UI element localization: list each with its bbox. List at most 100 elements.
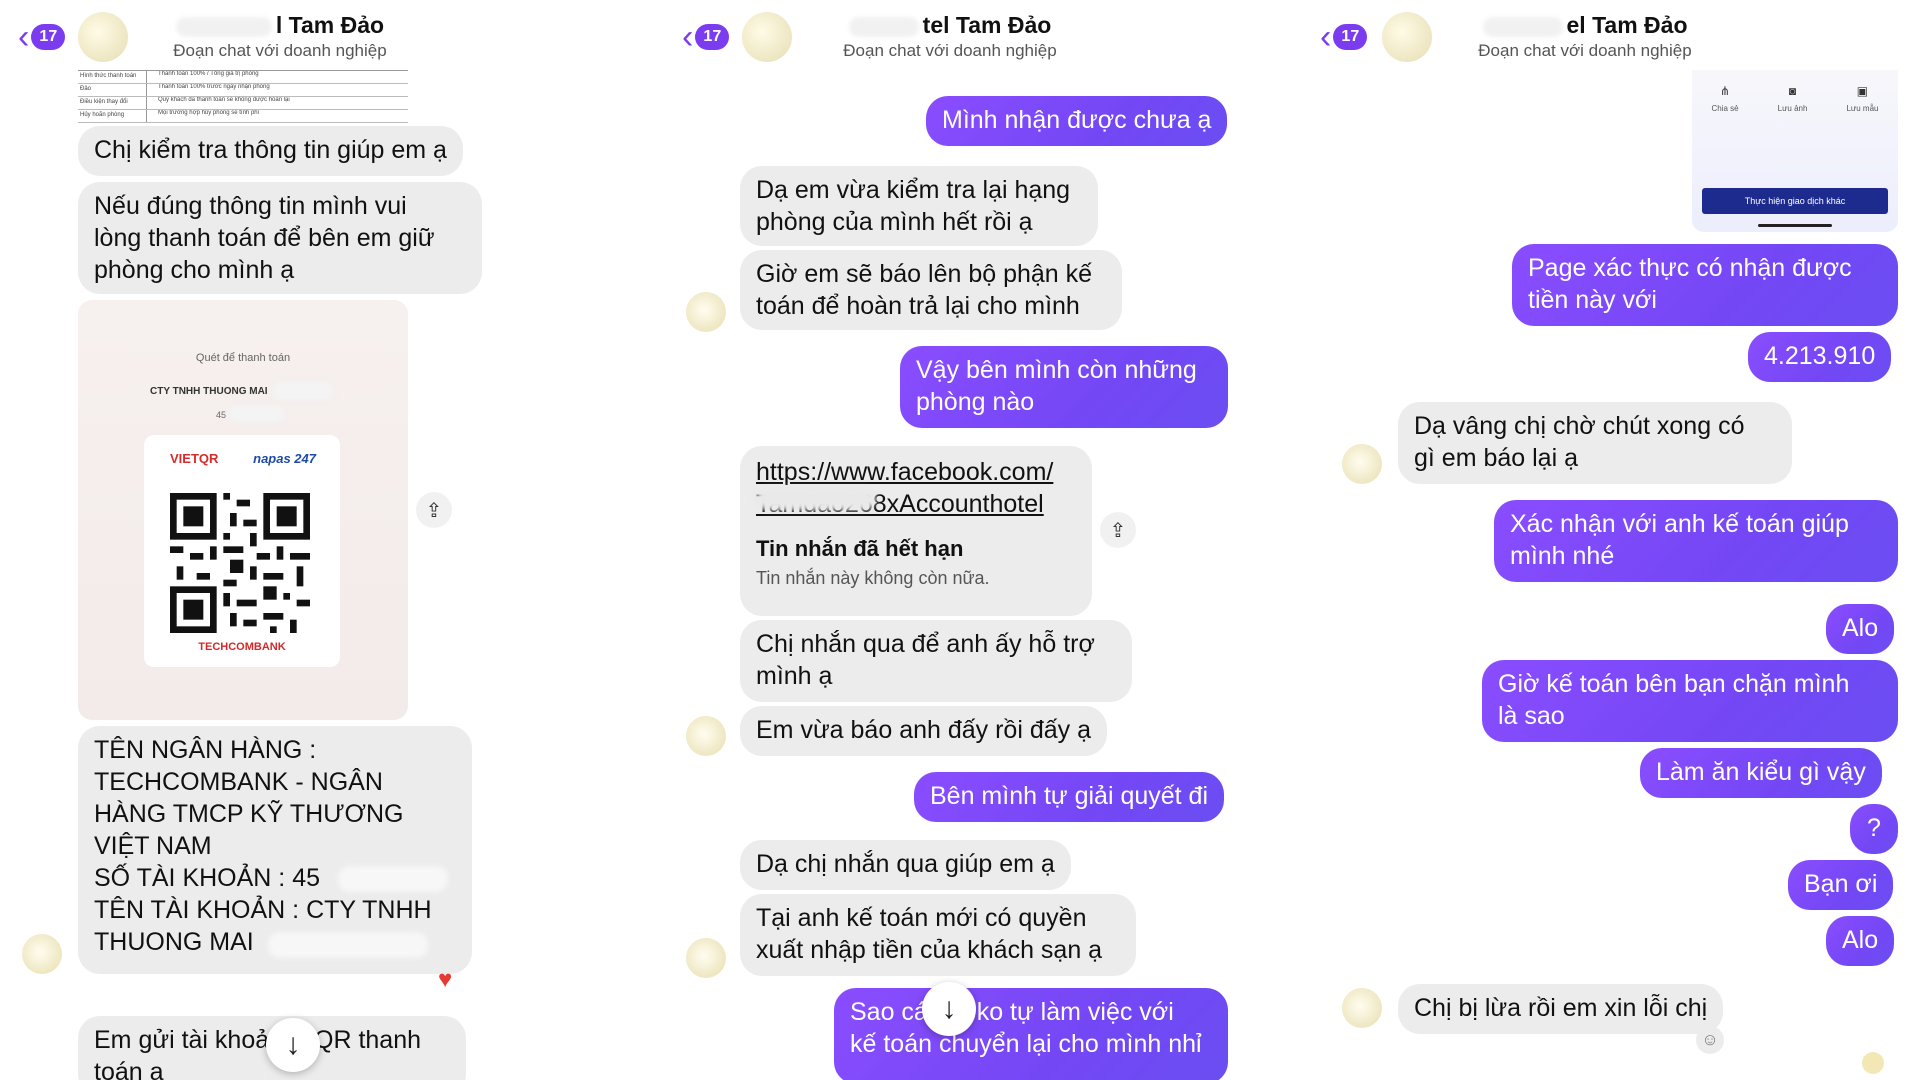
message-text: Em vừa báo anh đấy rồi đấy ạ xyxy=(756,716,1091,744)
vietqr-logo: VIETQR xyxy=(170,451,219,466)
qr-company: CTY TNHH THUONG MAI xyxy=(150,386,268,397)
back-button[interactable]: ‹ 17 xyxy=(1320,18,1368,56)
bank-action-save-template: ▣ Lưu mẫu xyxy=(1846,84,1879,113)
message-text-line: Giờ em sẽ báo lên bộ phận kế xyxy=(756,260,1093,288)
bank-transfer-screenshot[interactable]: ⋔ Chia sẻ ◙ Lưu ảnh ▣ Lưu mẫu Thực hiện gia… xyxy=(1692,70,1898,232)
message-text-line: TÊN NGÂN HÀNG : xyxy=(94,736,317,764)
message-text: Mình nhận được chưa ạ xyxy=(942,106,1212,134)
back-button[interactable]: ‹ 17 xyxy=(18,18,66,56)
arrow-down-icon[interactable]: ↓ xyxy=(922,982,976,1036)
message-received[interactable]: Chị bị lừa rồi em xin lỗi chị xyxy=(1398,984,1724,1034)
message-text: Chị bị lừa rồi em xin lỗi chị xyxy=(1414,994,1708,1022)
message-received[interactable]: Giờ em sẽ báo lên bộ phận kế toán để hoà… xyxy=(740,250,1122,330)
message-sent[interactable]: Xác nhận với anh kế toán giúp mình nhé xyxy=(1494,500,1898,582)
back-button[interactable]: ‹ 17 xyxy=(682,20,730,54)
chat-title-block[interactable]: el Tam Đảo Đoạn chat với doanh nghiệp xyxy=(1440,12,1730,61)
message-sent[interactable]: ? xyxy=(1850,804,1898,854)
message-text-line: Xác nhận với anh kế toán giúp xyxy=(1510,510,1849,538)
business-avatar[interactable] xyxy=(1382,12,1432,62)
chat-header: ‹ 17 tel Tam Đảo Đoạn chat với doanh ngh… xyxy=(660,0,1260,70)
message-text-line: Tại anh kế toán mới có quyền xyxy=(756,904,1087,932)
message-text: Dạ chị nhắn qua giúp em ạ xyxy=(756,850,1055,878)
link-url[interactable]: https://www.facebook.com/ xyxy=(756,456,1076,488)
message-text-line: gì em báo lại ạ xyxy=(1414,444,1578,472)
message-received[interactable]: Chị kiểm tra thông tin giúp em ạ xyxy=(78,126,463,176)
camera-icon: ◙ xyxy=(1788,84,1797,98)
add-reaction-icon[interactable]: ☺ xyxy=(1696,1026,1724,1054)
message-text: Alo xyxy=(1842,926,1879,954)
message-text: Alo xyxy=(1842,614,1879,642)
arrow-down-icon[interactable]: ↓ xyxy=(266,1018,320,1072)
heart-icon[interactable]: ♥ xyxy=(438,966,452,994)
share-icon[interactable]: ⇪ xyxy=(1100,512,1136,548)
share-icon: ⋔ xyxy=(1720,84,1731,98)
qr-account-prefix: 45 xyxy=(216,410,227,420)
share-icon[interactable]: ⇪ xyxy=(416,492,452,528)
message-text-line: phòng của mình hết rồi ạ xyxy=(756,208,1033,236)
message-text-line: Dạ vâng chị chờ chút xong có xyxy=(1414,412,1745,440)
message-text: ? xyxy=(1867,814,1881,842)
napas-logo: napas 247 xyxy=(253,451,316,466)
unread-count-badge: 17 xyxy=(1333,24,1368,50)
chat-title-block[interactable]: l Tam Đảo Đoạn chat với doanh nghiệp xyxy=(130,12,430,61)
message-text-line: lòng thanh toán để bên em giữ xyxy=(94,224,435,252)
message-received[interactable]: Dạ vâng chị chờ chút xong có gì em báo l… xyxy=(1398,402,1792,484)
message-sent[interactable]: Vậy bên mình còn những phòng nào xyxy=(900,346,1228,428)
save-icon: ▣ xyxy=(1856,84,1869,98)
chat-header: ‹ 17 l Tam Đảo Đoạn chat với doanh nghiệ… xyxy=(0,0,640,70)
chat-title: el Tam Đảo xyxy=(1440,12,1730,39)
message-received[interactable]: Dạ chị nhắn qua giúp em ạ xyxy=(740,840,1071,890)
message-text-line: Dạ em vừa kiểm tra lại hạng xyxy=(756,176,1071,204)
new-transaction-button: Thực hiện giao dịch khác xyxy=(1702,188,1888,214)
message-received[interactable]: Chị nhắn qua để anh ấy hỗ trợ mình ạ xyxy=(740,620,1132,702)
qr-payment-image[interactable]: Quét để thanh toán CTY TNHH THUONG MAI 4… xyxy=(78,300,408,720)
message-sent[interactable]: Mình nhận được chưa ạ xyxy=(926,96,1228,146)
message-sent[interactable]: 4.213.910 xyxy=(1748,332,1892,382)
message-text-line: Vậy bên mình còn những xyxy=(916,356,1197,384)
message-sent[interactable]: Alo xyxy=(1826,604,1895,654)
chat-title: l Tam Đảo xyxy=(130,12,430,39)
business-avatar-small[interactable] xyxy=(22,934,62,974)
business-avatar-small[interactable] xyxy=(686,716,726,756)
chat-title: tel Tam Đảo xyxy=(800,12,1100,39)
message-received[interactable]: Em vừa báo anh đấy rồi đấy ạ xyxy=(740,706,1107,756)
business-avatar[interactable] xyxy=(742,12,792,62)
message-text-line: phòng cho mình ạ xyxy=(94,256,295,284)
business-avatar[interactable] xyxy=(78,12,128,62)
message-received[interactable]: Nếu đúng thông tin mình vui lòng thanh t… xyxy=(78,182,482,294)
message-sent[interactable]: Bên mình tự giải quyết đi xyxy=(914,772,1225,822)
message-text-line: HÀNG TMCP KỸ THƯƠNG xyxy=(94,800,404,828)
message-text-line: là sao xyxy=(1498,702,1565,730)
chat-subtitle: Đoạn chat với doanh nghiệp xyxy=(843,41,1057,60)
message-text-line: mình nhé xyxy=(1510,542,1615,570)
message-sent[interactable]: Làm ăn kiểu gì vậy xyxy=(1640,748,1882,798)
message-sent[interactable]: Sao cá n ko tự làm việc với kế toán chuyể… xyxy=(834,988,1228,1080)
message-text: Làm ăn kiểu gì vậy xyxy=(1656,758,1866,786)
message-sent[interactable]: Bạn ơi xyxy=(1788,860,1894,910)
techcombank-logo: TECHCOMBANK xyxy=(198,641,286,653)
business-avatar-small[interactable] xyxy=(686,292,726,332)
message-received[interactable]: Dạ em vừa kiểm tra lại hạng phòng của mì… xyxy=(740,166,1098,246)
chevron-left-icon: ‹ xyxy=(18,18,30,56)
message-sent[interactable]: Giờ kế toán bên bạn chặn mình là sao xyxy=(1482,660,1898,742)
message-text-line: Giờ kế toán bên bạn chặn mình xyxy=(1498,670,1850,698)
message-text: Bên mình tự giải quyết đi xyxy=(930,782,1209,810)
message-text-line: toán để hoàn trả lại cho mình xyxy=(756,292,1080,320)
business-avatar-small[interactable] xyxy=(686,938,726,978)
bank-actions: ⋔ Chia sẻ ◙ Lưu ảnh ▣ Lưu mẫu xyxy=(1692,84,1898,113)
message-sent[interactable]: Alo xyxy=(1826,916,1895,966)
shared-link-message[interactable]: https://www.facebook.com/ Tamdao268xAcco… xyxy=(740,446,1092,616)
message-text: Em gửi tài khoả xyxy=(94,1026,270,1054)
business-avatar-small[interactable] xyxy=(1342,988,1382,1028)
message-received[interactable]: Tại anh kế toán mới có quyền xuất nhập t… xyxy=(740,894,1136,976)
document-image-fragment[interactable]: Hình thức thanh toán Thanh toán 100% / Tổ… xyxy=(78,70,408,123)
business-avatar-small[interactable] xyxy=(1342,444,1382,484)
message-sent[interactable]: Page xác thực có nhận được tiền này với xyxy=(1512,244,1898,326)
expired-message-title: Tin nhắn đã hết hạn xyxy=(756,536,964,561)
message-text-line: kế toán chuyển lại cho mình nhỉ xyxy=(850,1030,1202,1058)
chevron-left-icon: ‹ xyxy=(1320,18,1332,56)
unread-count-badge: 17 xyxy=(31,24,66,50)
message-text-line: TECHCOMBANK - NGÂN xyxy=(94,768,383,796)
message-text-line: xuất nhập tiền của khách sạn ạ xyxy=(756,936,1103,964)
chat-title-block[interactable]: tel Tam Đảo Đoạn chat với doanh nghiệp xyxy=(800,12,1100,61)
